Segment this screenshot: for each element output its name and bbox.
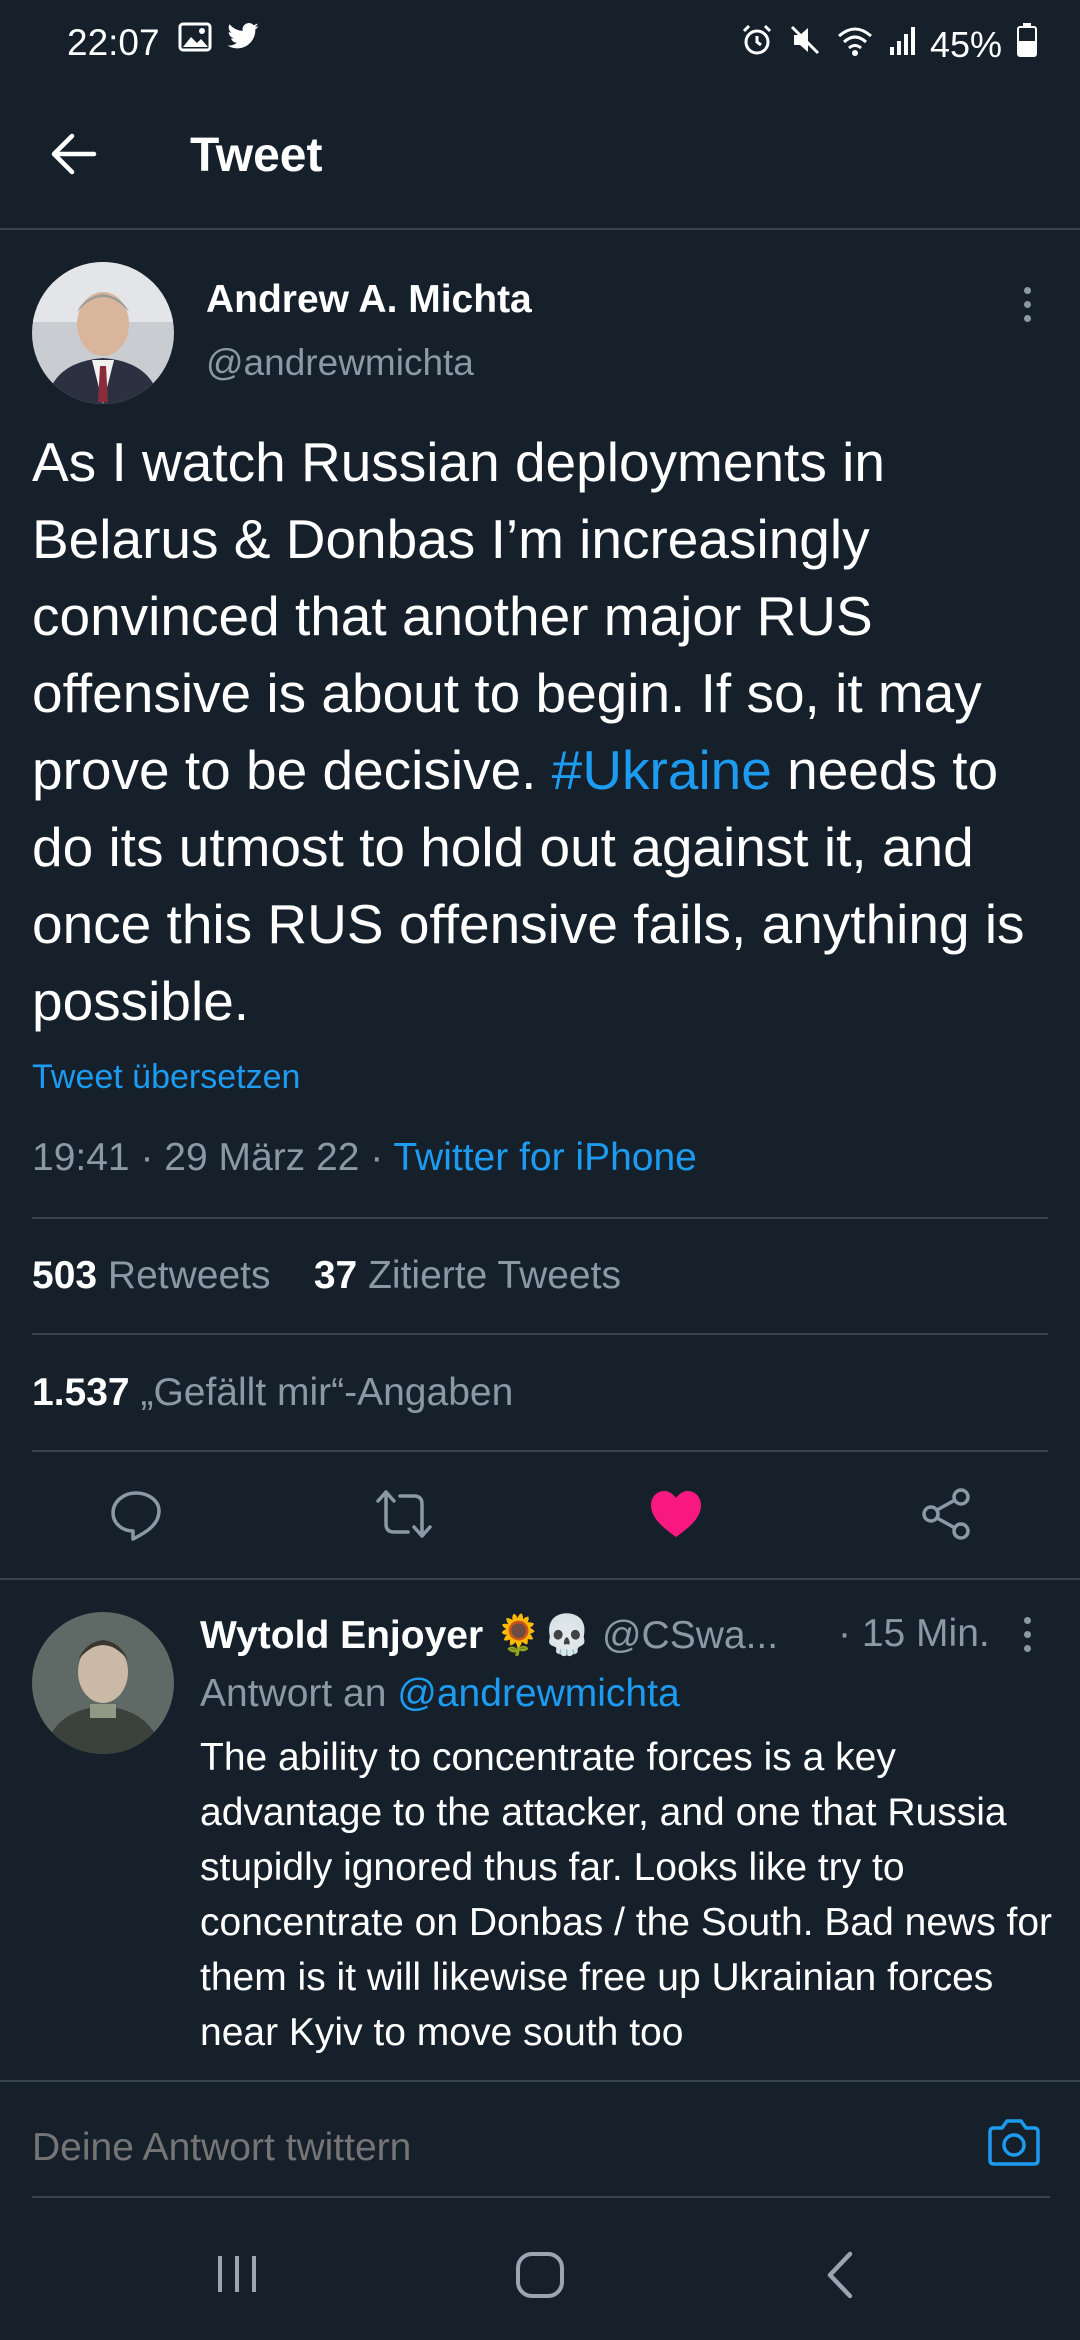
wifi-icon [836, 24, 874, 66]
header-divider [0, 228, 1080, 230]
reply-time: · 15 Min. [838, 1612, 990, 1655]
retweets-count: 503 [32, 1254, 98, 1297]
arrow-left-icon [50, 132, 98, 181]
divider [0, 1578, 1080, 1580]
divider [32, 1450, 1048, 1452]
retweet-stats: 503 Retweets 37 Zitierte Tweets [32, 1254, 621, 1298]
compose-top-divider [0, 2080, 1080, 2082]
reply-to-line: Antwort an @andrewmichta [200, 1672, 680, 1716]
page-title: Tweet [190, 129, 323, 182]
quotes-stat[interactable]: 37 Zitierte Tweets [314, 1254, 621, 1297]
hashtag-link[interactable]: #Ukraine [552, 739, 772, 801]
share-button[interactable] [906, 1476, 986, 1556]
alarm-icon [740, 23, 774, 66]
likes-label: „Gefällt mir“-Angaben [140, 1371, 514, 1414]
status-left-icons [178, 22, 260, 57]
author-name[interactable]: Andrew A. Michta [206, 278, 532, 322]
reply-to-mention[interactable]: @andrewmichta [397, 1672, 679, 1715]
retweets-label: Retweets [107, 1254, 271, 1297]
system-back-button[interactable] [822, 2250, 858, 2305]
status-time: 22:07 [67, 22, 160, 63]
author-avatar[interactable] [32, 262, 174, 404]
meta-separator: · [370, 1136, 384, 1179]
mute-icon [788, 23, 822, 66]
divider [32, 1333, 1048, 1335]
reply-compose-input[interactable] [32, 2126, 932, 2170]
reply-button[interactable] [96, 1476, 176, 1556]
reply-avatar[interactable] [32, 1612, 174, 1754]
compose-underline [32, 2196, 1050, 2198]
reply-more-options-icon[interactable] [1012, 1614, 1042, 1654]
battery-percent: 45% [929, 23, 1002, 65]
retweets-stat[interactable]: 503 Retweets [32, 1254, 271, 1297]
meta-separator: · [140, 1136, 154, 1179]
battery-icon [1016, 22, 1038, 67]
twitter-icon [226, 22, 260, 57]
camera-icon [986, 2119, 1042, 2172]
back-button[interactable] [44, 126, 104, 186]
recent-apps-button[interactable] [214, 2254, 260, 2299]
tweet-text: As I watch Russian deployments in Belaru… [32, 424, 1052, 1040]
tweet-time: 19:41 [32, 1136, 130, 1179]
home-icon [514, 2252, 566, 2304]
reply-author-name: Wytold Enjoyer 🌻💀 [200, 1614, 592, 1657]
more-options-icon[interactable] [1012, 282, 1042, 326]
tweet-date: 29 März 22 [164, 1136, 360, 1179]
reply-icon [109, 1487, 163, 1546]
translate-tweet-link[interactable]: Tweet übersetzen [32, 1058, 300, 1097]
reply-to-label: Antwort an [200, 1672, 387, 1715]
status-right: 45% [740, 22, 1038, 67]
quotes-count: 37 [313, 1254, 358, 1297]
heart-icon [649, 1489, 703, 1544]
recent-apps-icon [214, 2256, 260, 2298]
divider [32, 1217, 1048, 1219]
home-button[interactable] [514, 2250, 566, 2305]
like-button[interactable] [636, 1476, 716, 1556]
camera-button[interactable] [986, 2118, 1042, 2173]
retweet-button[interactable] [364, 1476, 444, 1556]
tweet-meta: 19:41 · 29 März 22 · Twitter for iPhone [32, 1136, 697, 1180]
chevron-left-icon [822, 2251, 858, 2304]
quotes-label: Zitierte Tweets [368, 1254, 621, 1297]
signal-icon [888, 24, 916, 66]
reply-text: The ability to concentrate forces is a k… [200, 1736, 1053, 2054]
share-icon [919, 1487, 973, 1546]
author-handle[interactable]: @andrewmichta [206, 342, 474, 384]
retweet-icon [374, 1488, 434, 1545]
tweet-source-link[interactable]: Twitter for iPhone [393, 1136, 696, 1179]
reply-author[interactable]: Wytold Enjoyer 🌻💀 @CSwa... [200, 1612, 778, 1658]
reply-author-handle: @CSwa... [601, 1614, 779, 1657]
image-icon [178, 22, 212, 57]
likes-count: 1.537 [32, 1371, 130, 1414]
likes-stat[interactable]: 1.537 „Gefällt mir“-Angaben [32, 1371, 513, 1415]
